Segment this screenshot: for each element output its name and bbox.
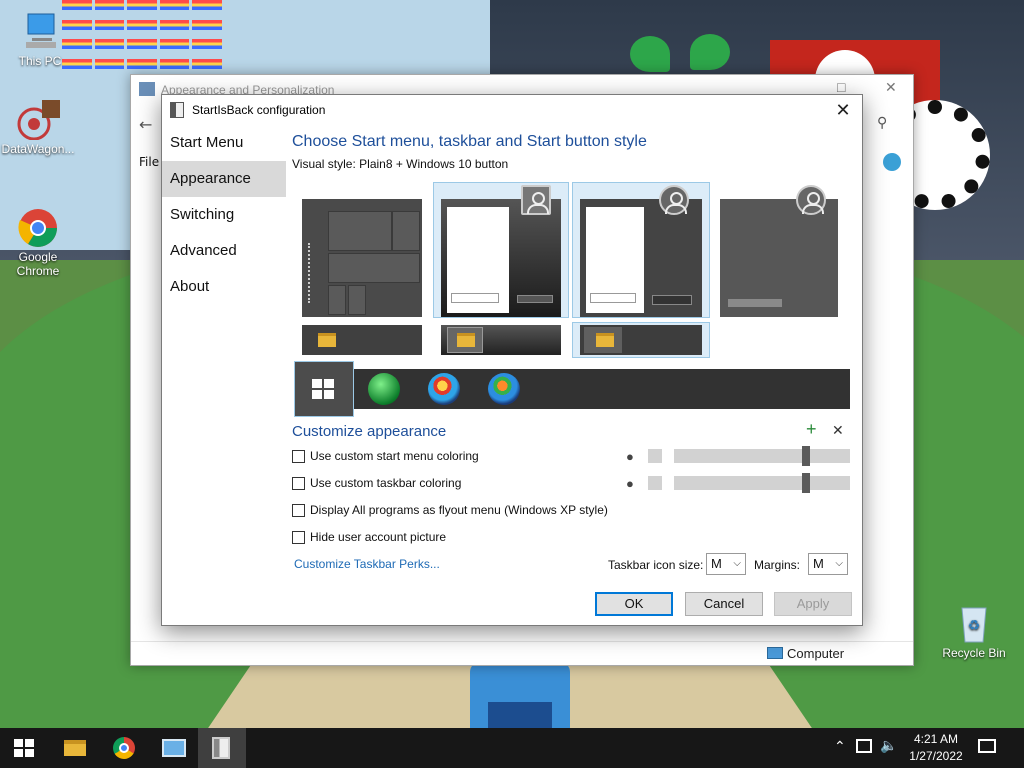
transparency-icon: ● [626,476,634,491]
margins-select[interactable]: M [808,553,848,575]
monitor-icon [767,647,783,659]
ok-button[interactable]: OK [595,592,673,616]
desktop-icon-label: This PC [18,54,62,68]
icon-size-label: Taskbar icon size: [608,558,704,572]
taskbar: ⌃ 🔈 4:21 AM 1/27/2022 [0,728,1024,768]
icon-size-select[interactable]: M [706,553,746,575]
close-icon[interactable]: ✕ [830,99,856,121]
back-icon[interactable]: ← [139,115,152,134]
startisback-icon [170,102,184,118]
desktop-icon-label: DataWagon... [1,142,75,156]
status-computer-label: Computer [787,646,845,661]
clock-date[interactable]: 1/27/2022 [904,749,968,763]
control-panel-icon [139,82,155,96]
apply-button[interactable]: Apply [774,592,852,616]
desktop-icon-google-chrome[interactable]: Google Chrome [0,206,76,278]
nav-item-about[interactable]: About [162,269,286,305]
volume-muted-icon[interactable]: 🔈 [880,737,897,754]
windows-logo-icon[interactable] [312,379,334,399]
option-label: Display All programs as flyout menu (Win… [310,503,608,517]
user-avatar-icon [796,185,826,215]
customize-perks-link[interactable]: Customize Taskbar Perks... [294,557,440,571]
taskbar-chrome[interactable] [100,728,148,768]
desktop-icon-label: Google Chrome [16,250,60,278]
option-custom-start-coloring[interactable]: Use custom start menu coloring [292,449,479,463]
style-thumb-plain8-dark[interactable] [441,199,561,317]
taskbar-control-panel[interactable] [150,728,198,768]
taskbar-style-3[interactable] [580,325,702,355]
nav-item-start-menu[interactable]: Start Menu [162,125,286,161]
start-opacity-slider[interactable] [674,446,850,466]
taskbar-color-swatch[interactable] [648,476,662,490]
folder-icon [64,740,86,756]
user-avatar-icon [659,185,689,215]
startisback-config-dialog[interactable]: StartIsBack configuration ✕ Start Menu A… [161,94,863,626]
margins-label: Margins: [754,558,801,572]
computer-icon [18,10,62,52]
option-label: Use custom start menu coloring [310,449,479,463]
globe-icon[interactable] [883,153,901,171]
start-color-swatch[interactable] [648,449,662,463]
option-hide-account-picture[interactable]: Hide user account picture [292,530,446,544]
taskbar-opacity-slider[interactable] [674,473,850,493]
maximize-icon[interactable]: □ [837,79,845,95]
appearance-panel: Choose Start menu, taskbar and Start but… [292,125,852,575]
visual-style-label: Visual style: Plain8 + Windows 10 button [292,157,509,171]
startisback-icon [212,737,230,759]
clock-time[interactable]: 4:21 AM [908,732,964,746]
style-thumb-windows10[interactable] [302,199,422,317]
remove-icon[interactable]: ✕ [832,422,844,439]
style-heading: Choose Start menu, taskbar and Start but… [292,133,647,150]
option-label: Use custom taskbar coloring [310,476,462,490]
dialog-titlebar[interactable]: StartIsBack configuration [162,95,862,125]
taskbar-style-2[interactable] [441,325,561,355]
customize-heading: Customize appearance [292,423,447,440]
user-avatar-icon [521,185,551,215]
nav-item-advanced[interactable]: Advanced [162,233,286,269]
menu-file[interactable]: File [139,155,159,169]
notifications-icon[interactable] [978,739,996,753]
taskbar-style-1[interactable] [302,325,422,355]
system-tray: ⌃ 🔈 4:21 AM 1/27/2022 [830,728,1024,768]
svg-text:♻: ♻ [968,617,981,633]
desktop-icon-this-pc[interactable]: This PC [2,10,78,68]
control-panel-icon [162,739,186,757]
checkbox[interactable] [292,530,305,544]
desktop-icon-recycle-bin[interactable]: ♻ Recycle Bin [936,602,1012,660]
network-icon[interactable] [856,739,872,753]
desktop-icon-label: Recycle Bin [942,646,1006,660]
option-label: Hide user account picture [310,530,447,544]
taskbar-startisback[interactable] [198,728,246,768]
cancel-button[interactable]: Cancel [685,592,763,616]
desktop-icon-datawagon[interactable]: DataWagon... [0,98,76,156]
nav-item-appearance[interactable]: Appearance [162,161,286,197]
nav-item-switching[interactable]: Switching [162,197,286,233]
option-flyout-menu[interactable]: Display All programs as flyout menu (Win… [292,503,608,517]
search-icon[interactable]: ⚲ [877,115,887,131]
recycle-bin-icon: ♻ [952,602,996,644]
clover-orb-icon[interactable] [368,373,400,405]
windows7-orb-icon[interactable] [428,373,460,405]
datawagon-icon [16,98,60,141]
checkbox[interactable] [292,476,305,490]
windows-logo-icon [14,739,34,757]
checkbox[interactable] [292,503,305,517]
nav-sidebar: Start Menu Appearance Switching Advanced… [162,125,286,355]
windows-flag-orb-icon[interactable] [488,373,520,405]
chrome-icon [16,206,60,248]
start-button[interactable] [0,728,48,768]
style-thumb-plain8[interactable] [580,199,702,317]
style-thumb-windows7[interactable] [720,199,838,317]
close-icon[interactable]: ✕ [885,79,897,96]
option-custom-taskbar-coloring[interactable]: Use custom taskbar coloring [292,476,461,490]
status-bar: Computer [131,641,913,665]
taskbar-file-explorer[interactable] [50,728,98,768]
add-icon[interactable]: + [806,419,817,440]
chevron-up-icon[interactable]: ⌃ [834,738,846,755]
transparency-icon: ● [626,449,634,464]
checkbox[interactable] [292,449,305,463]
dialog-title: StartIsBack configuration [192,103,326,117]
